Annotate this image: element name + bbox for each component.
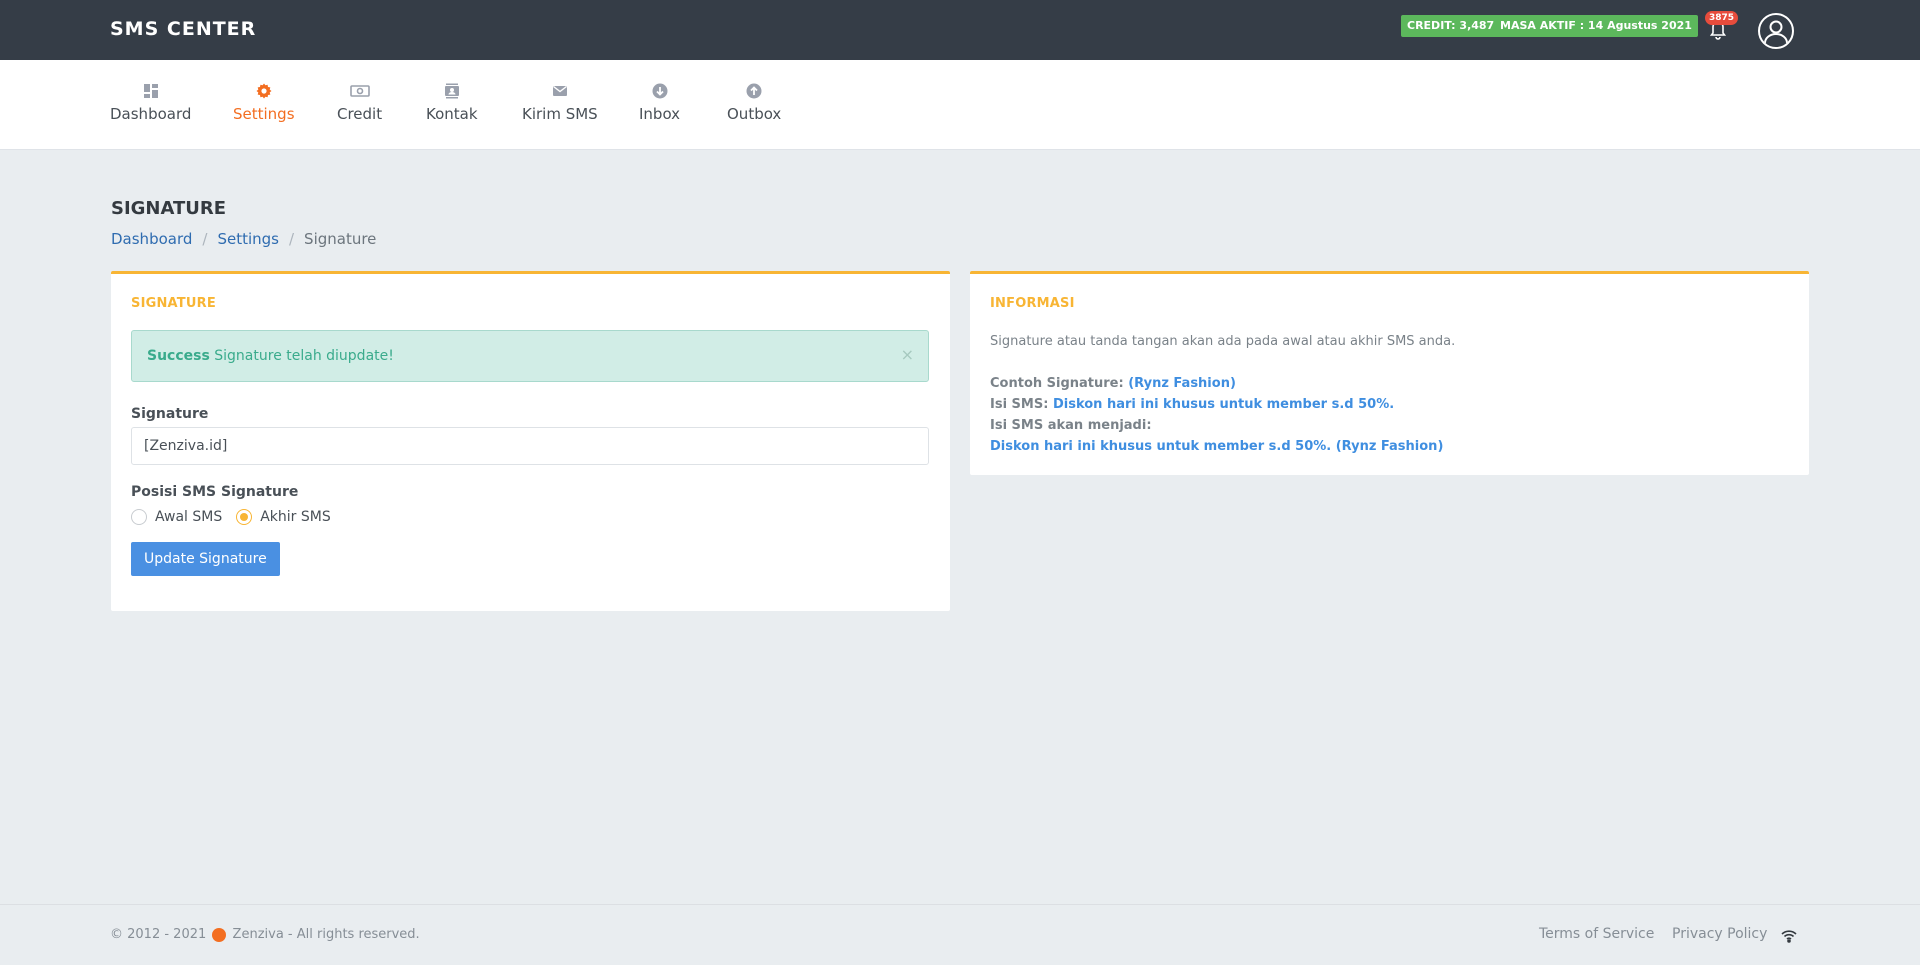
info-result-line: Diskon hari ini khusus untuk member s.d … — [990, 439, 1443, 454]
info-example-value: (Rynz Fashion) — [1128, 376, 1236, 391]
signature-card: SIGNATURE Success Signature telah diupda… — [111, 271, 950, 611]
nav-item-kirim-sms[interactable]: Kirim SMS — [522, 83, 598, 123]
nav-label: Inbox — [639, 105, 681, 123]
nav-item-dashboard[interactable]: Dashboard — [110, 83, 191, 123]
nav-item-kontak[interactable]: Kontak — [426, 83, 478, 123]
nav-label: Kontak — [426, 105, 478, 123]
zenziva-logo-icon — [212, 927, 227, 942]
breadcrumb: Dashboard / Settings / Signature — [111, 230, 376, 248]
success-alert: Success Signature telah diupdate! × — [131, 330, 929, 382]
radio-akhir-label[interactable]: Akhir SMS — [260, 509, 331, 525]
arrow-down-circle-icon — [652, 83, 668, 99]
info-example-label: Contoh Signature: — [990, 376, 1124, 391]
info-card: INFORMASI Signature atau tanda tangan ak… — [970, 271, 1809, 475]
gear-icon — [256, 83, 272, 99]
user-avatar-icon[interactable] — [1758, 13, 1794, 49]
signature-card-title: SIGNATURE — [131, 296, 216, 311]
copyright-suffix: Zenziva - All rights reserved. — [232, 927, 420, 942]
info-sms-label: Isi SMS: — [990, 397, 1049, 412]
page-title: SIGNATURE — [111, 198, 227, 219]
nav-label: Kirim SMS — [522, 105, 598, 123]
money-icon — [349, 83, 370, 99]
privacy-policy-link[interactable]: Privacy Policy — [1672, 926, 1767, 942]
nav-item-inbox[interactable]: Inbox — [639, 83, 680, 123]
info-example-line: Contoh Signature: (Rynz Fashion) — [990, 376, 1236, 391]
footer-copyright: © 2012 - 2021 Zenziva - All rights reser… — [110, 927, 420, 942]
position-radio-group: Awal SMS Akhir SMS — [131, 509, 345, 525]
info-result-value: Diskon hari ini khusus untuk member s.d … — [990, 439, 1444, 454]
dashboard-icon — [143, 83, 159, 99]
radio-akhir-sms[interactable] — [236, 509, 253, 525]
position-label: Posisi SMS Signature — [131, 484, 299, 500]
contact-icon — [444, 83, 460, 99]
breadcrumb-current: Signature — [304, 230, 377, 248]
nav-label: Settings — [233, 105, 295, 123]
envelope-icon — [552, 83, 568, 99]
info-sms-value: Diskon hari ini khusus untuk member s.d … — [1052, 397, 1395, 412]
nav-item-settings[interactable]: Settings — [233, 83, 295, 123]
update-signature-button[interactable]: Update Signature — [131, 542, 280, 576]
info-card-title: INFORMASI — [990, 296, 1075, 311]
credit-badge: CREDIT: 3,487 — [1401, 15, 1501, 37]
wifi-icon — [1781, 928, 1797, 943]
breadcrumb-dashboard[interactable]: Dashboard — [111, 230, 192, 248]
nav-label: Outbox — [727, 105, 782, 123]
nav-item-outbox[interactable]: Outbox — [727, 83, 781, 123]
radio-awal-sms[interactable] — [131, 509, 147, 525]
alert-strong: Success — [147, 348, 210, 364]
nav-item-credit[interactable]: Credit — [337, 83, 382, 123]
signature-input[interactable] — [131, 427, 929, 465]
signature-label: Signature — [131, 406, 209, 422]
arrow-up-circle-icon — [746, 83, 762, 99]
alert-message: Signature telah diupdate! — [214, 348, 394, 364]
masa-aktif-badge: MASA AKTIF : 14 Agustus 2021 — [1494, 15, 1698, 37]
breadcrumb-separator: / — [288, 230, 295, 248]
nav-label: Credit — [337, 105, 383, 123]
main-nav: Dashboard Settings Credit Kontak Kirim S… — [0, 60, 1920, 150]
info-result-label: Isi SMS akan menjadi: — [990, 418, 1152, 433]
breadcrumb-settings[interactable]: Settings — [217, 230, 279, 248]
footer: © 2012 - 2021 Zenziva - All rights reser… — [0, 904, 1920, 965]
info-sms-line: Isi SMS: Diskon hari ini khusus untuk me… — [990, 397, 1394, 412]
terms-of-service-link[interactable]: Terms of Service — [1539, 926, 1654, 942]
brand-title[interactable]: SMS CENTER — [110, 18, 256, 40]
info-description: Signature atau tanda tangan akan ada pad… — [990, 334, 1456, 349]
breadcrumb-separator: / — [202, 230, 208, 248]
copyright-prefix: © 2012 - 2021 — [110, 927, 207, 942]
notification-count-badge: 3875 — [1705, 11, 1739, 25]
close-icon[interactable]: × — [901, 345, 914, 364]
nav-label: Dashboard — [110, 105, 192, 123]
alert-text: Success Signature telah diupdate! — [147, 348, 394, 364]
radio-awal-label[interactable]: Awal SMS — [155, 509, 222, 525]
top-bar: SMS CENTER CREDIT: 3,487 MASA AKTIF : 14… — [0, 0, 1920, 60]
